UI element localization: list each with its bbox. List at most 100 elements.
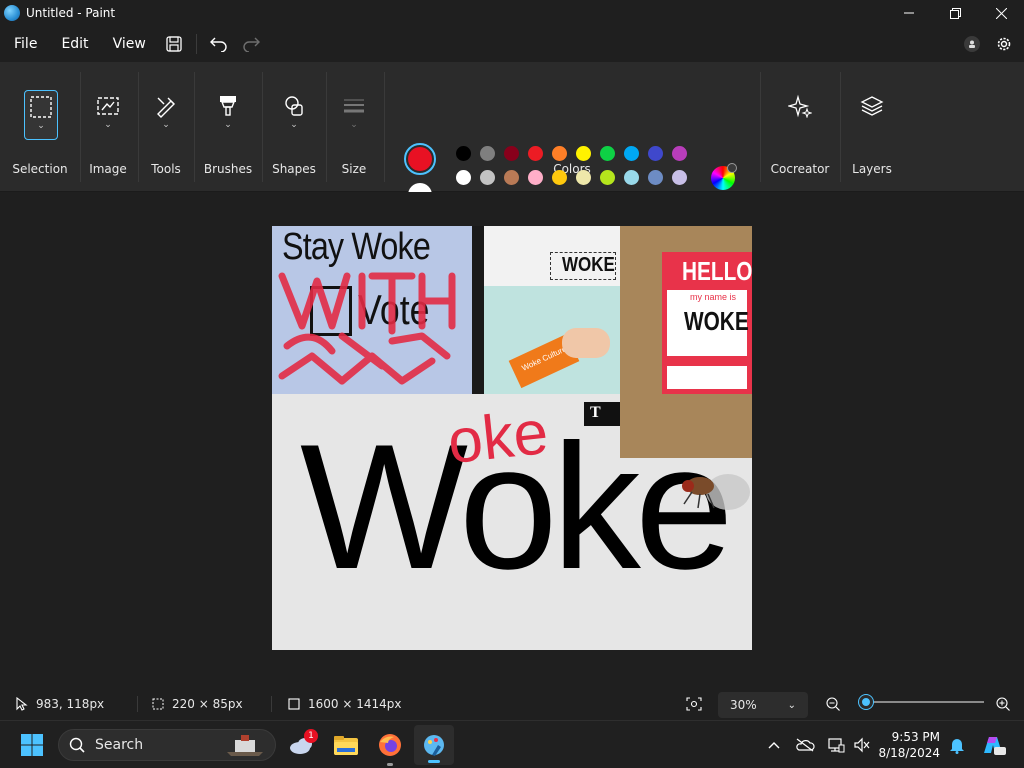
- cocreator-label: Cocreator: [770, 162, 830, 176]
- redo-icon: [243, 37, 260, 52]
- copilot-button[interactable]: [978, 721, 1008, 768]
- file-explorer-button[interactable]: [328, 721, 364, 768]
- drawing-canvas[interactable]: Stay Woke Vote Woke Culture WOKE HELLO m…: [272, 226, 752, 650]
- color-swatch[interactable]: [504, 170, 519, 185]
- firefox-icon: [379, 734, 401, 756]
- group-brushes: ⌄ Brushes: [194, 62, 262, 192]
- selection-tool-button[interactable]: ⌄: [24, 90, 58, 140]
- tools-button[interactable]: ⌄: [149, 90, 183, 140]
- zoom-slider-track[interactable]: [866, 701, 984, 703]
- my-name-is-text: my name is: [690, 292, 737, 302]
- minimize-button[interactable]: [886, 0, 932, 26]
- copilot-icon: [984, 737, 1006, 755]
- color-swatch[interactable]: [480, 170, 495, 185]
- color-swatch[interactable]: [528, 170, 543, 185]
- woke-sticker-text: WOKE: [562, 254, 615, 276]
- hello-text: HELLO: [682, 256, 752, 286]
- chevron-up-icon: [768, 742, 780, 749]
- color-swatch[interactable]: [576, 146, 591, 161]
- menu-edit[interactable]: Edit: [49, 26, 100, 62]
- bell-icon: [950, 739, 964, 754]
- tools-label: Tools: [151, 162, 181, 176]
- color-swatch[interactable]: [600, 146, 615, 161]
- chevron-down-icon: ⌄: [104, 120, 112, 130]
- selection-size-text: 220 × 85px: [172, 697, 243, 711]
- restore-button[interactable]: [932, 0, 978, 26]
- shapes-button[interactable]: ⌄: [277, 90, 311, 140]
- color-swatch[interactable]: [648, 170, 663, 185]
- zoom-level-text: 30%: [730, 698, 757, 712]
- save-icon: [166, 36, 182, 52]
- save-button[interactable]: [158, 26, 190, 62]
- layers-label: Layers: [852, 162, 892, 176]
- primary-color-button[interactable]: [404, 143, 436, 175]
- menu-file[interactable]: File: [2, 26, 49, 62]
- settings-button[interactable]: [994, 34, 1014, 54]
- image-tool-button[interactable]: ⌄: [91, 90, 125, 140]
- color-swatch[interactable]: [672, 170, 687, 185]
- size-button[interactable]: ⌄: [337, 90, 371, 140]
- account-button[interactable]: [964, 36, 980, 52]
- zoom-slider-thumb[interactable]: [858, 695, 873, 709]
- color-swatch[interactable]: [576, 170, 591, 185]
- pencil-eraser-icon: [157, 97, 175, 118]
- canvas-size: 1600 × 1414px: [288, 688, 401, 720]
- size-label: Size: [341, 162, 367, 176]
- pointer-icon: [16, 697, 28, 711]
- windows-logo-icon: [21, 734, 43, 756]
- selection-size: 220 × 85px: [152, 688, 243, 720]
- zoom-out-button[interactable]: [826, 688, 840, 720]
- color-swatch[interactable]: [600, 170, 615, 185]
- status-divider: [271, 696, 272, 712]
- color-swatch[interactable]: [504, 146, 519, 161]
- zoom-select[interactable]: 30% ⌄: [718, 692, 808, 718]
- selection-size-icon: [152, 698, 164, 710]
- firefox-button[interactable]: [372, 721, 408, 768]
- brushes-button[interactable]: ⌄: [211, 90, 245, 140]
- folder-icon: [334, 736, 358, 755]
- group-shapes: ⌄ Shapes: [262, 62, 326, 192]
- window-title: Untitled - Paint: [26, 6, 116, 20]
- group-layers: Layers: [840, 62, 904, 192]
- network-button[interactable]: [824, 721, 848, 768]
- color-swatch[interactable]: [480, 146, 495, 161]
- color-swatch[interactable]: [552, 146, 567, 161]
- chevron-down-icon: ⌄: [350, 120, 358, 130]
- window-controls: [886, 0, 1024, 26]
- color-swatch[interactable]: [648, 146, 663, 161]
- color-swatch[interactable]: [552, 170, 567, 185]
- chevron-down-icon: ⌄: [224, 120, 232, 130]
- color-swatch[interactable]: [624, 146, 639, 161]
- menu-view[interactable]: View: [101, 26, 158, 62]
- paint-taskbar-button[interactable]: [414, 725, 454, 765]
- redo-button[interactable]: [235, 26, 267, 62]
- color-swatch[interactable]: [624, 170, 639, 185]
- show-hidden-icons-button[interactable]: [762, 721, 786, 768]
- close-icon: [995, 7, 1007, 19]
- notifications-button[interactable]: [946, 721, 968, 768]
- taskbar-search-box[interactable]: Search: [58, 729, 276, 761]
- layers-button[interactable]: [855, 90, 889, 140]
- undo-button[interactable]: [203, 26, 235, 62]
- taskbar: Search 1 9:53 PM 8/18/2024: [0, 720, 1024, 768]
- rectangle-select-icon: [30, 96, 52, 118]
- paint-icon: [424, 735, 444, 756]
- color-swatch[interactable]: [456, 146, 471, 161]
- layers-icon: [860, 96, 884, 116]
- cocreator-button[interactable]: [783, 90, 817, 140]
- group-cocreator: Cocreator: [760, 62, 840, 192]
- color-swatch[interactable]: [528, 146, 543, 161]
- fit-to-window-button[interactable]: [686, 688, 702, 720]
- weather-widget[interactable]: 1: [284, 721, 320, 768]
- zoom-in-button[interactable]: [996, 688, 1010, 720]
- onedrive-button[interactable]: [792, 721, 818, 768]
- close-button[interactable]: [978, 0, 1024, 26]
- start-button[interactable]: [16, 721, 48, 768]
- color-swatch[interactable]: [672, 146, 687, 161]
- color-swatch[interactable]: [456, 170, 471, 185]
- volume-button[interactable]: [850, 721, 874, 768]
- chevron-down-icon: ⌄: [787, 699, 796, 711]
- shapes-label: Shapes: [272, 162, 316, 176]
- ribbon-toolbar: ⌄ Selection ⌄ Image ⌄ Tools ⌄ Brushes ⌄ …: [0, 62, 1024, 209]
- clock[interactable]: 9:53 PM 8/18/2024: [878, 729, 940, 761]
